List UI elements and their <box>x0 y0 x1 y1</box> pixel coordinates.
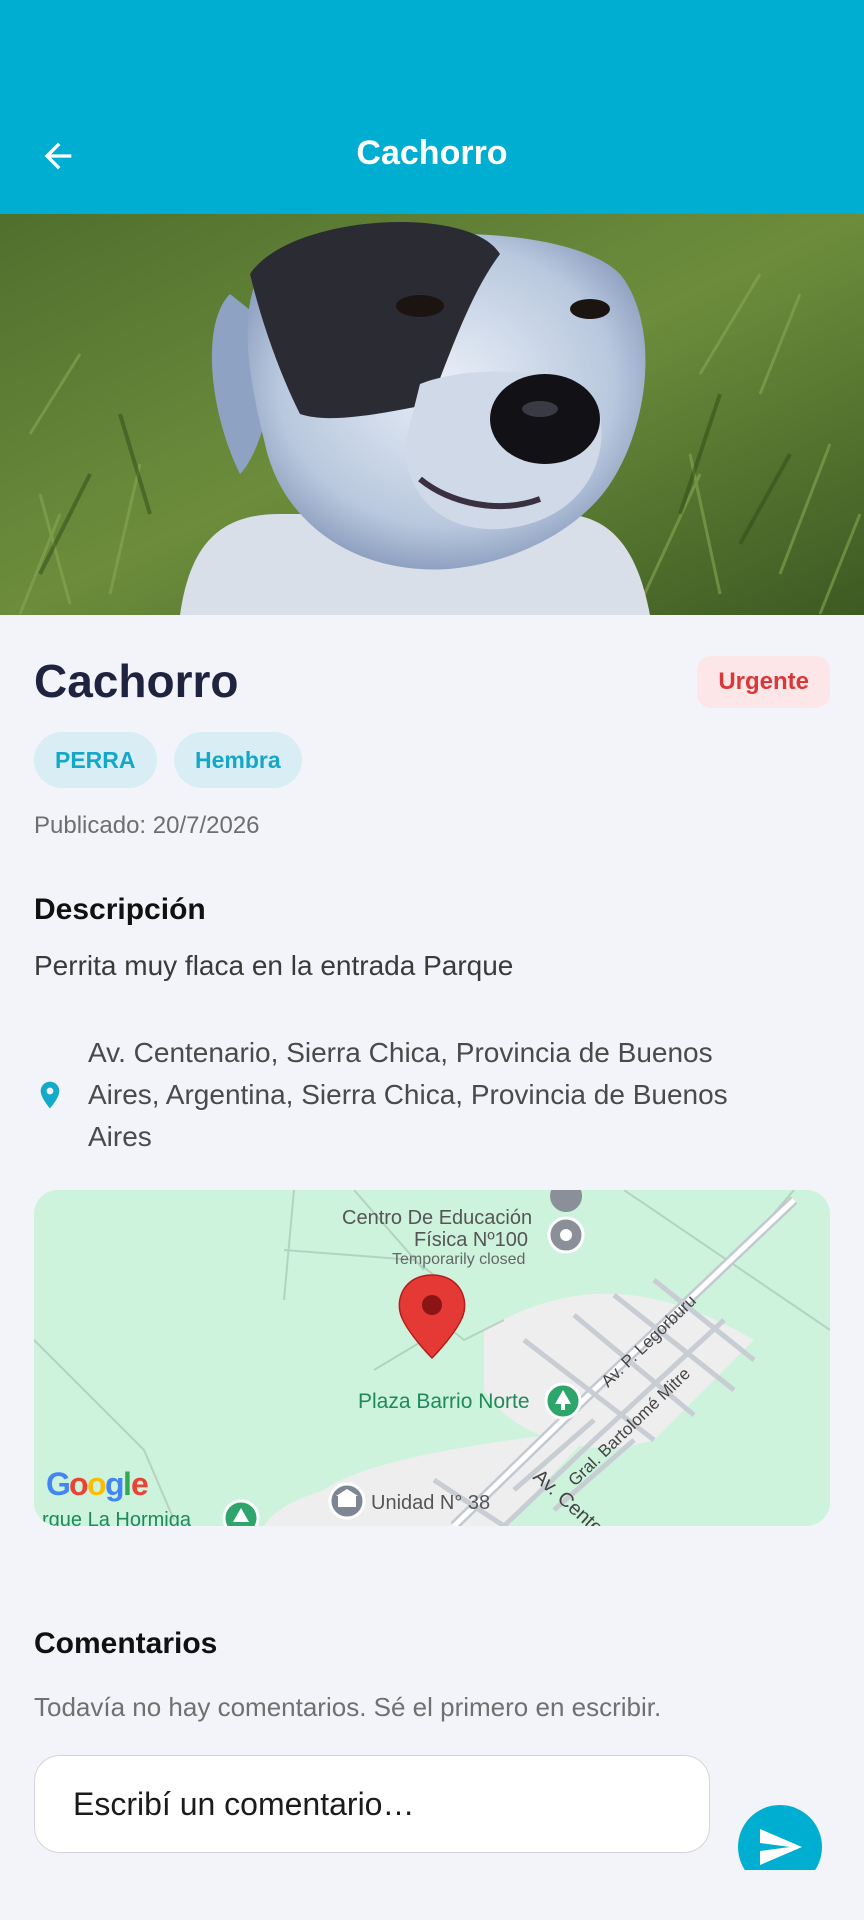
description-heading: Descripción <box>34 893 206 926</box>
send-button-container <box>730 1790 840 1870</box>
svg-text:G: G <box>46 1466 71 1502</box>
map-poi-hormiga: rque La Hormiga <box>42 1509 192 1526</box>
svg-text:e: e <box>131 1466 149 1502</box>
address-line-3: Aires <box>88 1121 152 1152</box>
comments-empty-text: Todavía no hay comentarios. Sé el primer… <box>34 1692 662 1722</box>
svg-text:o: o <box>87 1466 107 1502</box>
map-poi-marker-icon <box>547 1190 585 1254</box>
map-poi-status: Temporarily closed <box>392 1251 525 1268</box>
svg-text:g: g <box>105 1466 125 1502</box>
comment-input[interactable] <box>34 1755 710 1853</box>
sex-chip: Hembra <box>174 732 302 788</box>
map-poi-unidad: Unidad N° 38 <box>371 1492 490 1514</box>
map-poi-school-line2: Física Nº100 <box>414 1229 528 1251</box>
send-icon <box>760 1829 802 1865</box>
map-park-icon-2 <box>222 1499 260 1526</box>
urgent-badge: Urgente <box>697 656 830 708</box>
species-chip: PERRA <box>34 732 157 788</box>
map-poi-plaza: Plaza Barrio Norte <box>358 1390 530 1413</box>
description-text: Perrita muy flaca en la entrada Parque <box>34 950 514 981</box>
map-building-icon <box>328 1482 366 1520</box>
comments-heading: Comentarios <box>34 1627 218 1660</box>
address-line-2: Aires, Argentina, Sierra Chica, Provinci… <box>88 1079 728 1110</box>
pet-photo <box>0 214 864 615</box>
location-row: Av. Centenario, Sierra Chica, Provincia … <box>34 1032 830 1158</box>
map-poi-school: Centro De Educación <box>342 1207 532 1229</box>
location-pin-icon <box>40 1081 60 1109</box>
app-bar: Cachorro <box>0 0 864 214</box>
send-button[interactable] <box>738 1805 822 1870</box>
location-address: Av. Centenario, Sierra Chica, Provincia … <box>88 1032 808 1158</box>
page-title: Cachorro <box>356 134 508 172</box>
svg-text:o: o <box>69 1466 89 1502</box>
pet-name: Cachorro <box>34 655 239 707</box>
google-logo: G o o g l e <box>46 1466 149 1502</box>
location-map[interactable]: Centro De Educación Física Nº100 Tempora… <box>34 1190 830 1526</box>
published-date: Publicado: 20/7/2026 <box>34 812 260 839</box>
map-park-icon <box>544 1382 582 1420</box>
address-line-1: Av. Centenario, Sierra Chica, Provincia … <box>88 1037 713 1068</box>
